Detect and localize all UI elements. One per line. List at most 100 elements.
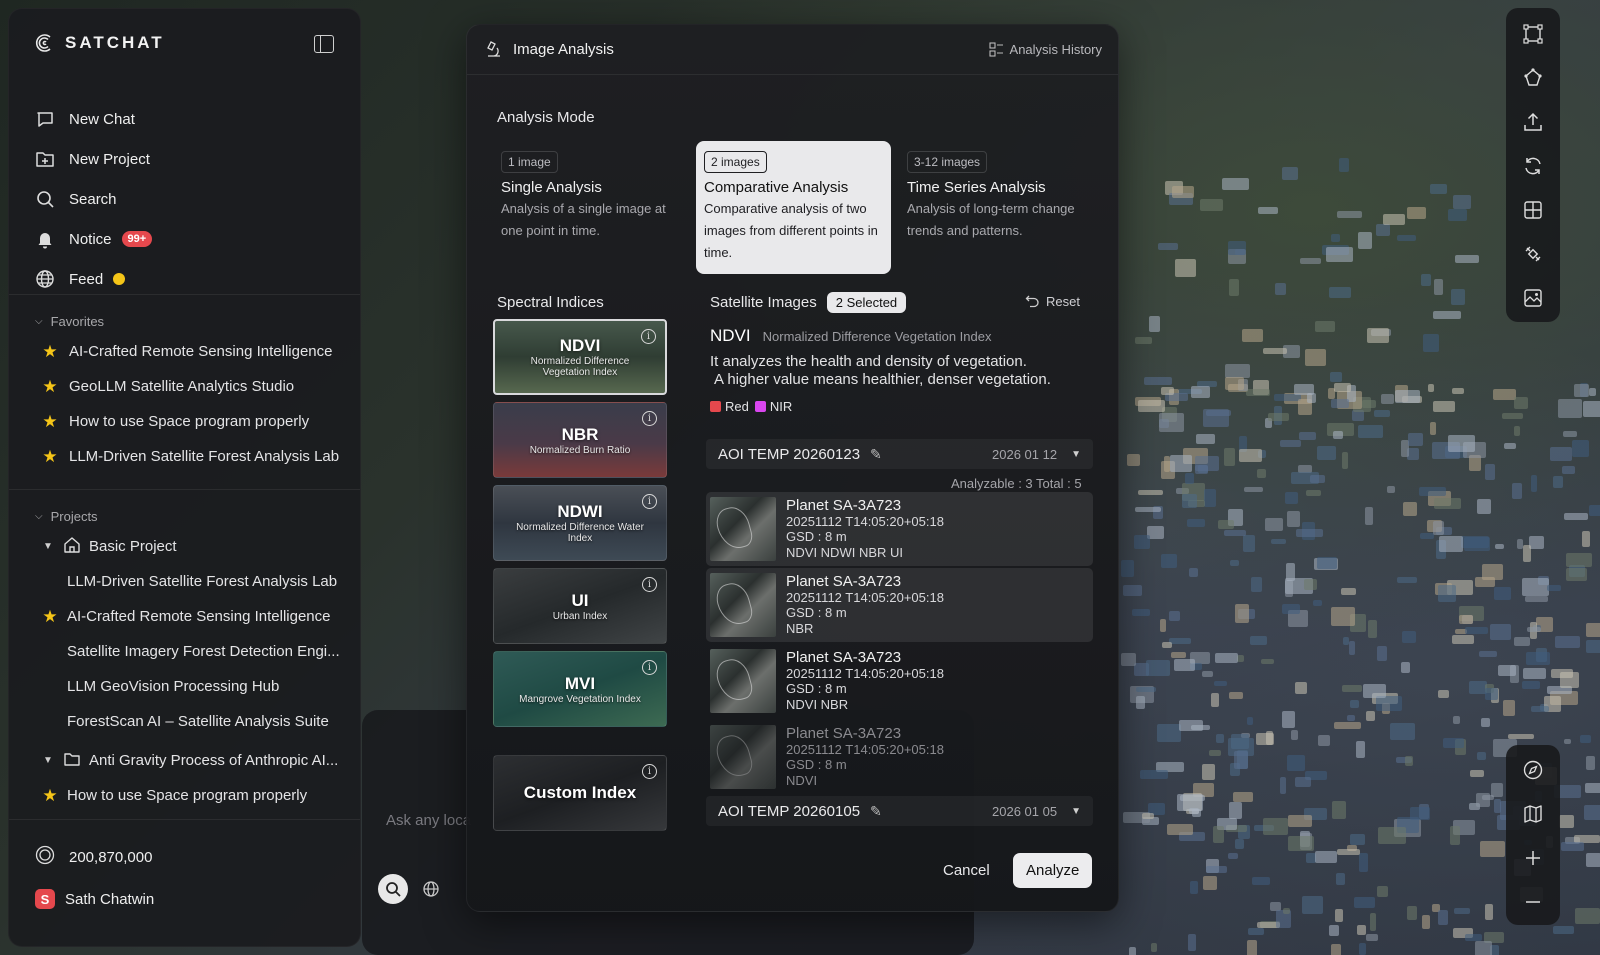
map-building [1146,660,1170,676]
map-building [1263,347,1287,355]
search-button[interactable]: Search [35,179,152,219]
map-building [1137,400,1166,413]
satellite-image-row[interactable]: Planet SA-3A723 20251112 T14:05:20+05:18… [706,644,1093,718]
map-building [1582,530,1590,547]
pencil-icon[interactable]: ✎ [870,803,882,820]
notice-button[interactable]: Notice 99+ [35,219,153,259]
analysis-mode-label: Analysis Mode [497,109,595,126]
favorites-header[interactable]: ⌵ Favorites [35,314,104,329]
project-item[interactable]: Satellite Imagery Forest Detection Engi.… [41,634,351,669]
info-icon[interactable]: i [642,764,657,779]
new-chat-button[interactable]: New Chat [35,99,152,139]
credits-balance[interactable]: 200,870,000 [35,845,152,869]
index-card-custom[interactable]: i Custom Index [493,755,667,831]
map-building [1326,247,1353,262]
info-icon[interactable]: i [642,577,657,592]
project-item[interactable]: ForestScan AI – Satellite Analysis Suite [41,704,351,739]
grid-button[interactable] [1506,188,1560,232]
map-building [1141,813,1155,819]
project-label: How to use Space program properly [67,787,308,804]
index-card-ndwi[interactable]: i NDWI Normalized Difference Water Index [493,485,667,561]
map-building [1484,687,1499,701]
caret-down-icon[interactable]: ▼ [1071,806,1081,817]
search-mode-button[interactable] [378,874,408,904]
refresh-button[interactable] [1506,144,1560,188]
info-icon[interactable]: i [642,411,657,426]
map-building [1369,913,1376,932]
project-group-folder[interactable]: ▼ Anti Gravity Process of Anthropic AI..… [41,743,351,778]
feed-button[interactable]: Feed [35,259,152,299]
mode-comparative-analysis[interactable]: 2 images Comparative Analysis Comparativ… [696,141,891,274]
map-building [1281,604,1301,614]
map-building [1481,563,1504,581]
map-building [1287,511,1300,528]
favorite-item[interactable]: ★ AI-Crafted Remote Sensing Intelligence [41,334,339,369]
favorite-item[interactable]: ★ GeoLLM Satellite Analytics Studio [41,369,339,404]
map-building [1263,817,1289,835]
info-icon[interactable]: i [641,329,656,344]
map-layers-button[interactable] [1506,792,1560,836]
map-building [1150,943,1158,952]
favorite-item[interactable]: ★ How to use Space program properly [41,404,339,439]
aoi-group-header[interactable]: AOI TEMP 20260105 ✎ 2026 01 05 ▼ [706,796,1093,826]
project-item[interactable]: LLM-Driven Satellite Forest Analysis Lab [41,564,351,599]
project-item[interactable]: LLM GeoVision Processing Hub [41,669,351,704]
web-mode-button[interactable] [416,874,446,904]
compass-button[interactable] [1506,748,1560,792]
info-icon[interactable]: i [642,494,657,509]
favorite-item[interactable]: ★ LLM-Driven Satellite Forest Analysis La… [41,439,339,474]
mode-single-analysis[interactable]: 1 image Single Analysis Analysis of a si… [493,141,688,274]
info-icon[interactable]: i [642,660,657,675]
upload-button[interactable] [1506,100,1560,144]
index-card-ndvi[interactable]: i NDVI Normalized Difference Vegetation … [493,319,667,395]
analysis-history-button[interactable]: Analysis History [988,42,1102,57]
chat-icon [35,109,55,129]
index-card-mvi[interactable]: i MVI Mangrove Vegetation Index [493,651,667,727]
sidebar-toggle-button[interactable] [314,35,334,53]
map-building [1189,567,1198,578]
cancel-button[interactable]: Cancel [933,855,1000,886]
index-detail-full: Normalized Difference Vegetation Index [762,329,992,344]
analyze-button[interactable]: Analyze [1013,853,1093,888]
pencil-icon[interactable]: ✎ [870,446,882,463]
index-abbr: Custom Index [523,783,637,802]
band-red: Red [710,399,749,414]
project-item[interactable]: ★ How to use Space program properly [41,778,351,813]
satellite-image-row[interactable]: Planet SA-3A723 20251112 T14:05:20+05:18… [706,492,1093,566]
user-profile[interactable]: S Sath Chatwin [35,889,154,909]
polygon-button[interactable] [1506,56,1560,100]
map-building [1249,635,1267,646]
satellite-image-row[interactable]: Planet SA-3A723 20251112 T14:05:20+05:18… [706,720,1093,794]
crop-frame-button[interactable] [1506,12,1560,56]
map-building [1365,710,1375,721]
index-card-nbr[interactable]: i NBR Normalized Burn Ratio [493,402,667,478]
reset-button[interactable]: Reset [1025,294,1080,309]
mode-time-series-analysis[interactable]: 3-12 images Time Series Analysis Analysi… [899,141,1094,274]
map-building [1524,595,1549,602]
map-building [1331,607,1356,626]
image-compare-button[interactable] [1506,276,1560,320]
caret-down-icon[interactable]: ▼ [1071,449,1081,460]
band-nir: NIR [754,399,792,414]
caret-down-icon: ▼ [43,541,53,552]
aoi-group-header[interactable]: AOI TEMP 20260123 ✎ 2026 01 12 ▼ [706,439,1093,469]
new-project-button[interactable]: New Project [35,139,152,179]
zoom-out-button[interactable] [1506,880,1560,924]
zoom-in-button[interactable] [1506,836,1560,880]
map-building [1202,764,1215,781]
project-label: LLM GeoVision Processing Hub [67,678,280,695]
projects-header[interactable]: ⌵ Projects [35,509,98,524]
map-building [1131,608,1150,616]
satellite-image-row[interactable]: Planet SA-3A723 20251112 T14:05:20+05:18… [706,568,1093,642]
map-building [1423,334,1440,352]
map-building [1433,498,1462,509]
map-building [1479,650,1497,657]
map-building [1252,876,1270,885]
map-building [1159,413,1185,432]
project-group-basic[interactable]: ▼ Basic Project [41,529,351,564]
index-card-ui[interactable]: i UI Urban Index [493,568,667,644]
chat-input[interactable]: Ask any loca [386,812,471,829]
new-chat-label: New Chat [69,110,135,128]
satellite-button[interactable] [1506,232,1560,276]
project-item[interactable]: ★ AI-Crafted Remote Sensing Intelligence [41,599,351,634]
